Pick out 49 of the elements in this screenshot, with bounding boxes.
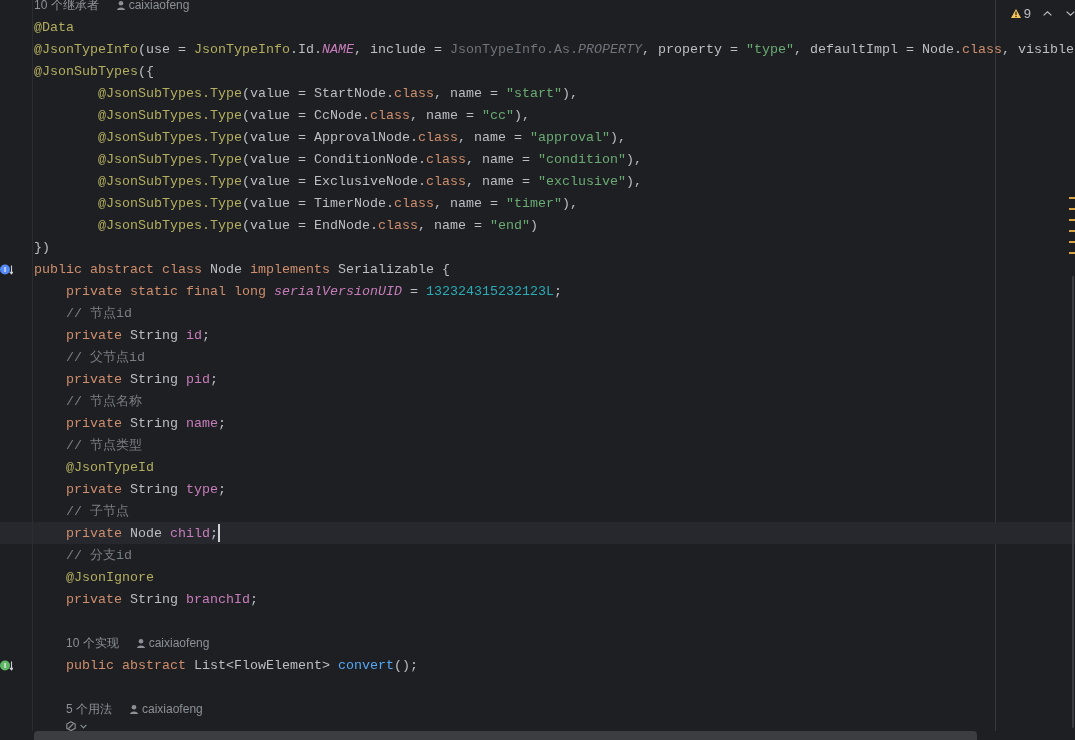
- warning-stripe-mark[interactable]: [1069, 208, 1075, 210]
- warning-icon[interactable]: [1010, 8, 1021, 18]
- chevron-down-icon[interactable]: [1066, 10, 1075, 16]
- code-line: @JsonSubTypes.Type(value = ApprovalNode.class, name = "approval"),: [98, 128, 626, 146]
- person-icon: [116, 0, 125, 10]
- author-name[interactable]: caixiaofeng: [142, 702, 203, 716]
- author-name[interactable]: caixiaofeng: [148, 636, 210, 650]
- person-icon: [136, 638, 145, 648]
- code-line: public abstract class Node implements Serializable {: [34, 260, 450, 278]
- code-line: @JsonSubTypes.Type(value = TimerNode.class, name = "timer"),: [98, 194, 578, 212]
- code-line: // 分支id: [66, 546, 132, 564]
- code-line: private String branchId;: [66, 590, 258, 608]
- code-line: @JsonTypeInfo(use = JsonTypeInfo.Id.NAME, include = JsonTypeInfo.As.PROPERTY, property = "type", defaultImpl = Node.class, visible: [34, 40, 1074, 58]
- code-line: // 父节点id: [66, 348, 145, 366]
- code-line: @JsonIgnore: [66, 568, 154, 586]
- code-line: @JsonSubTypes.Type(value = ConditionNode.class, name = "condition"),: [98, 150, 642, 168]
- code-line: // 子节点: [66, 502, 129, 520]
- code-line: private Node child;: [66, 524, 218, 542]
- code-line: private String name;: [66, 414, 226, 432]
- warning-stripe-mark[interactable]: [1069, 197, 1075, 199]
- inlay-hint-link[interactable]: 5 个用法: [66, 702, 112, 716]
- hexagon-icon[interactable]: [66, 721, 76, 731]
- warning-stripe-mark[interactable]: [1069, 219, 1075, 221]
- code-line: @JsonSubTypes({: [34, 62, 154, 80]
- warning-count[interactable]: 9: [1023, 5, 1031, 21]
- code-line: private static final long serialVersionUID = 132324315232123L;: [66, 282, 562, 300]
- code-line: private String id;: [66, 326, 210, 344]
- author-name[interactable]: caixiaofeng: [128, 0, 190, 12]
- code-line: @JsonSubTypes.Type(value = StartNode.class, name = "start"),: [98, 84, 578, 102]
- code-line: @JsonSubTypes.Type(value = EndNode.class, name = "end"): [98, 216, 538, 234]
- code-line: private String pid;: [66, 370, 218, 388]
- code-line: private String type;: [66, 480, 226, 498]
- code-line: // 节点类型: [66, 436, 142, 454]
- code-line: @JsonSubTypes.Type(value = ExclusiveNode.class, name = "exclusive"),: [98, 172, 642, 190]
- warning-stripe-mark[interactable]: [1069, 241, 1075, 243]
- code-line: // 节点id: [66, 304, 132, 322]
- code-line: @JsonTypeId: [66, 458, 154, 476]
- code-line: @Data: [34, 18, 74, 36]
- chevron-up-icon[interactable]: [1043, 10, 1052, 16]
- code-line: public abstract List<FlowElement> convert();: [66, 656, 418, 674]
- inlay-hint-link[interactable]: 10 个实现: [66, 636, 119, 650]
- warning-stripe-mark[interactable]: [1069, 252, 1075, 254]
- code-line: @JsonSubTypes.Type(value = CcNode.class, name = "cc"),: [98, 106, 530, 124]
- code-line: // 节点名称: [66, 392, 142, 410]
- warning-stripe-mark[interactable]: [1069, 230, 1075, 232]
- person-icon: [130, 704, 138, 714]
- horizontal-scrollbar-thumb[interactable]: [34, 731, 977, 740]
- code-line: }): [34, 238, 50, 256]
- caret-icon[interactable]: [80, 723, 87, 729]
